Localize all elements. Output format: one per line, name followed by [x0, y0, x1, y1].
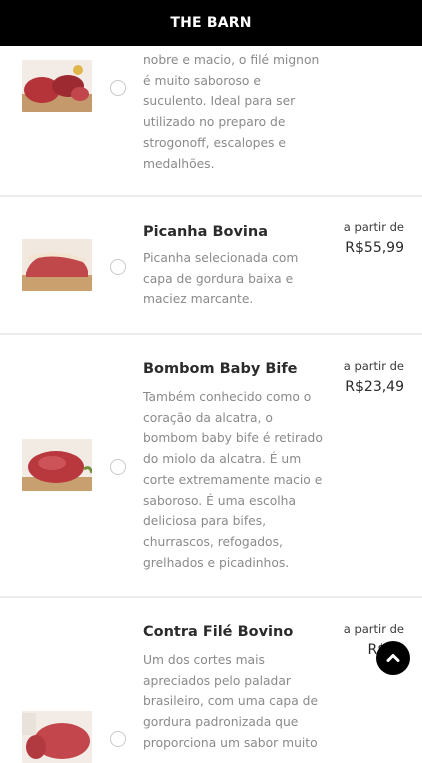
product-name: Contra Filé Bovino [143, 624, 294, 640]
price-prefix: a partir de [343, 359, 404, 373]
select-radio[interactable] [110, 259, 126, 275]
product-image [22, 711, 92, 763]
product-name: Bombom Baby Bife [143, 361, 298, 377]
product-price: R$55,99 [345, 240, 404, 256]
product-description: Picanha selecionada com capa de gordura … [143, 251, 299, 307]
product-image [22, 60, 92, 112]
raw-meat-icon [22, 439, 92, 491]
raw-meat-icon [22, 239, 92, 291]
product-description: Também conhecido como o coração da alcat… [143, 390, 323, 570]
product-name: Picanha Bovina [143, 224, 268, 240]
scroll-to-top-button[interactable] [376, 641, 410, 675]
chevron-up-icon [386, 654, 400, 662]
list-item[interactable]: Contra Filé Bovino Um dos cortes mais ap… [0, 598, 422, 763]
select-radio[interactable] [110, 459, 126, 475]
product-description: Um dos cortes mais apreciados pelo palad… [143, 653, 319, 750]
brand-title: THE BARN [170, 15, 252, 31]
product-image [22, 439, 92, 491]
price-prefix: a partir de [343, 622, 404, 636]
product-price: R$23,49 [345, 379, 404, 395]
list-item[interactable]: nobre e macio, o filé mignon é muito sab… [0, 46, 422, 197]
raw-meat-icon [22, 711, 92, 763]
list-item[interactable]: Bombom Baby Bife Também conhecido como o… [0, 335, 422, 598]
product-list: nobre e macio, o filé mignon é muito sab… [0, 46, 422, 763]
product-description: nobre e macio, o filé mignon é muito sab… [143, 53, 320, 171]
product-image [22, 239, 92, 291]
select-radio[interactable] [110, 80, 126, 96]
app-header: THE BARN [0, 0, 422, 46]
price-prefix: a partir de [343, 220, 404, 234]
raw-meat-icon [22, 60, 92, 112]
list-item[interactable]: Picanha Bovina Picanha selecionada com c… [0, 197, 422, 335]
select-radio[interactable] [110, 731, 126, 747]
